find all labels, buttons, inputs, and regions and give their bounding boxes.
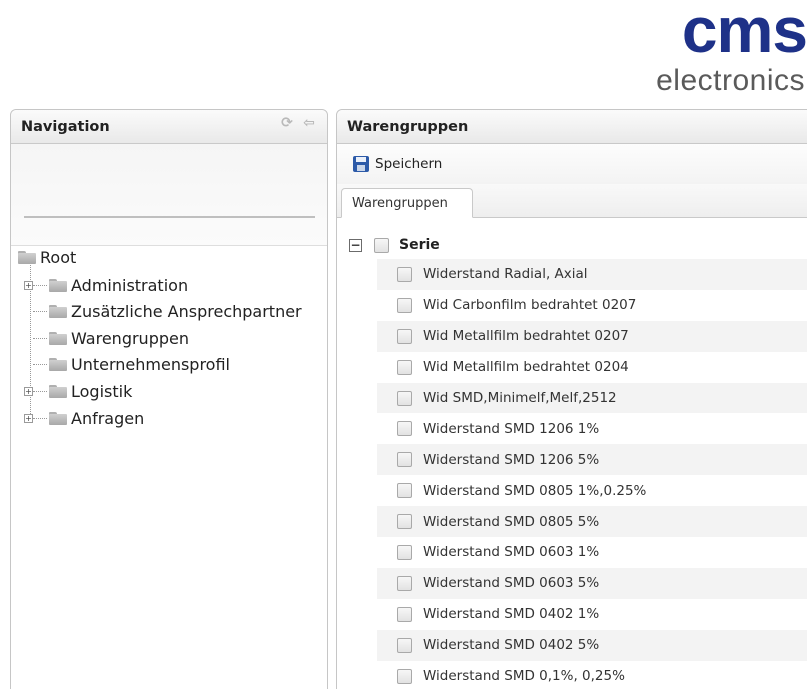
item-checkbox[interactable] xyxy=(397,606,412,622)
list-item[interactable]: Wid Carbonfilm bedrahtet 0207 xyxy=(377,290,807,321)
item-label: Wid Metallfilm bedrahtet 0207 xyxy=(423,328,629,345)
tree-node-label: Logistik xyxy=(71,381,133,401)
item-label: Widerstand SMD 0805 5% xyxy=(423,513,600,530)
root-folder-icon xyxy=(18,250,36,264)
group-label: Serie xyxy=(399,237,440,253)
tree-node-zusaetzliche-ansprechpartner[interactable]: Zusätzliche Ansprechpartner xyxy=(33,301,302,321)
logo-subtitle: electronics xyxy=(656,64,805,97)
item-checkbox[interactable] xyxy=(397,575,412,591)
folder-icon xyxy=(49,384,67,398)
tree-node-warengruppen[interactable]: Warengruppen xyxy=(33,328,189,348)
list-item[interactable]: Widerstand SMD 0603 5% xyxy=(377,567,807,599)
tree-node-administration[interactable]: + Administration xyxy=(24,275,188,295)
folder-icon xyxy=(49,357,67,371)
tree-connector xyxy=(33,310,47,312)
item-checkbox[interactable] xyxy=(397,544,412,560)
save-icon xyxy=(353,156,369,172)
collapse-icon[interactable]: ⇦ xyxy=(301,115,317,131)
tree-node-label: Zusätzliche Ansprechpartner xyxy=(71,301,302,321)
company-logo: cms electronics xyxy=(597,0,807,98)
folder-icon xyxy=(49,304,67,318)
tree-node-root[interactable]: Root xyxy=(18,247,76,267)
item-checkbox[interactable] xyxy=(397,514,412,530)
item-checkbox[interactable] xyxy=(397,483,412,499)
tab-warengruppen[interactable]: Warengruppen xyxy=(341,188,473,218)
list-item[interactable]: Widerstand SMD 0,1%, 0,25% xyxy=(377,661,807,689)
tab-label: Warengruppen xyxy=(352,195,448,211)
expand-icon[interactable]: + xyxy=(24,386,33,396)
list-item[interactable]: Widerstand SMD 1206 5% xyxy=(377,444,807,476)
list-item[interactable]: Widerstand SMD 1206 1% xyxy=(377,413,807,444)
item-label: Widerstand SMD 0805 1%,0.25% xyxy=(423,482,647,499)
item-label: Widerstand SMD 0402 5% xyxy=(423,637,600,654)
item-checkbox[interactable] xyxy=(397,452,412,468)
tree-node-label: Root xyxy=(40,247,77,267)
save-button[interactable]: Speichern xyxy=(375,156,442,172)
item-label: Widerstand SMD 0402 1% xyxy=(423,606,600,623)
group-checkbox[interactable] xyxy=(374,237,389,253)
navigation-toolbar-area xyxy=(11,144,327,246)
page-title: Warengruppen xyxy=(347,118,469,135)
item-checkbox[interactable] xyxy=(397,266,412,282)
tree-connector xyxy=(33,417,47,419)
tab-strip: Warengruppen xyxy=(337,184,807,218)
tree-node-label: Unternehmensprofil xyxy=(71,354,230,374)
folder-icon xyxy=(49,331,67,345)
collapse-icon[interactable]: − xyxy=(349,238,362,252)
item-label: Wid Metallfilm bedrahtet 0204 xyxy=(423,359,629,376)
list-item[interactable]: Widerstand SMD 0805 1%,0.25% xyxy=(377,475,807,506)
item-checkbox[interactable] xyxy=(397,297,412,313)
list-item[interactable]: Widerstand SMD 0402 5% xyxy=(377,629,807,661)
list-item[interactable]: Wid Metallfilm bedrahtet 0207 xyxy=(377,320,807,352)
item-checkbox[interactable] xyxy=(397,390,412,406)
item-checkbox[interactable] xyxy=(397,421,412,437)
refresh-icon[interactable]: ⟳ xyxy=(279,115,295,131)
tree-connector xyxy=(33,284,47,286)
list-item[interactable]: Widerstand SMD 0603 1% xyxy=(377,537,807,568)
tree-node-label: Anfragen xyxy=(71,408,145,428)
item-label: Wid Carbonfilm bedrahtet 0207 xyxy=(423,297,637,314)
list-item[interactable]: Widerstand Radial, Axial xyxy=(377,259,807,290)
warengruppen-panel: Warengruppen Speichern Warengruppen − Se… xyxy=(336,109,807,689)
tree-node-unternehmensprofil[interactable]: Unternehmensprofil xyxy=(33,354,230,374)
tree-connector xyxy=(33,390,47,392)
item-checkbox[interactable] xyxy=(397,668,412,684)
tree-node-anfragen[interactable]: + Anfragen xyxy=(24,408,144,428)
main-header: Warengruppen xyxy=(337,110,807,144)
tree-connector xyxy=(33,337,47,339)
navigation-title: Navigation xyxy=(21,118,110,135)
item-checkbox[interactable] xyxy=(397,637,412,653)
group-header-serie: − Serie xyxy=(349,234,440,256)
item-label: Widerstand Radial, Axial xyxy=(423,266,588,283)
list-item[interactable]: Widerstand SMD 0805 5% xyxy=(377,506,807,538)
list-item[interactable]: Wid Metallfilm bedrahtet 0204 xyxy=(377,352,807,383)
tree-node-label: Warengruppen xyxy=(71,328,189,348)
checkbox-list: Widerstand Radial, Axial Wid Carbonfilm b… xyxy=(377,259,807,689)
folder-icon xyxy=(49,278,67,292)
expand-icon[interactable]: + xyxy=(24,413,33,423)
item-label: Widerstand SMD 0603 5% xyxy=(423,575,600,592)
logo-wordmark: cms xyxy=(681,0,807,66)
tree-connector xyxy=(33,363,47,365)
item-checkbox[interactable] xyxy=(397,328,412,344)
tree-node-logistik[interactable]: + Logistik xyxy=(24,381,132,401)
item-label: Widerstand SMD 1206 1% xyxy=(423,420,600,437)
navigation-divider xyxy=(24,216,315,218)
expand-icon[interactable]: + xyxy=(24,280,33,290)
item-label: Widerstand SMD 1206 5% xyxy=(423,451,600,468)
item-label: Widerstand SMD 0603 1% xyxy=(423,544,600,561)
item-label: Widerstand SMD 0,1%, 0,25% xyxy=(423,668,625,685)
main-toolbar: Speichern xyxy=(337,144,807,184)
tree-node-label: Administration xyxy=(71,275,189,295)
item-label: Wid SMD,Minimelf,Melf,2512 xyxy=(423,390,617,406)
list-item[interactable]: Widerstand SMD 0402 1% xyxy=(377,599,807,630)
folder-icon xyxy=(49,411,67,425)
navigation-header: Navigation ⟳ ⇦ xyxy=(11,110,327,144)
list-item[interactable]: Wid SMD,Minimelf,Melf,2512 xyxy=(377,382,807,414)
item-checkbox[interactable] xyxy=(397,359,412,375)
